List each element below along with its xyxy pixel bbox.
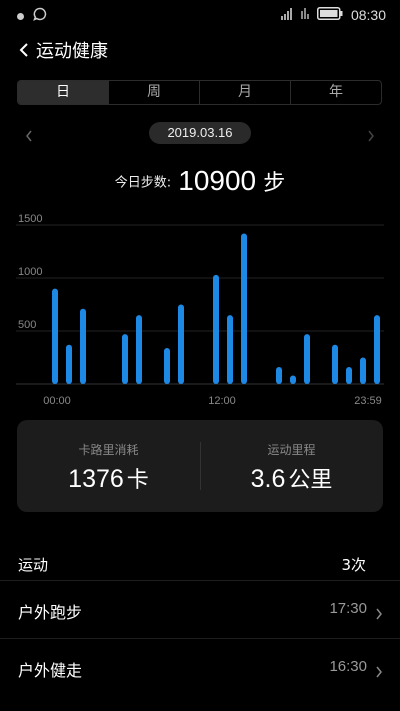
activity-time: 16:30: [329, 658, 367, 675]
distance-value: 3.6: [250, 465, 286, 493]
chevron-left-icon: [19, 43, 28, 57]
chart-bar: [290, 375, 296, 384]
x-tick-label: 00:00: [43, 395, 71, 407]
activities-header: 运动 3次: [0, 550, 400, 580]
steps-unit: 步: [263, 171, 286, 196]
chart-bar: [52, 288, 58, 384]
distance-unit: 公里: [288, 468, 333, 493]
calories-value: 1376: [68, 465, 124, 493]
activities-title: 运动: [18, 556, 49, 574]
chart-bar: [66, 344, 72, 384]
battery-icon: [316, 5, 343, 24]
calories-value-row: 1376 卡: [17, 462, 200, 494]
back-button[interactable]: [18, 42, 30, 58]
chevron-right-icon: [375, 605, 383, 624]
wifi-icon: [301, 5, 309, 24]
y-tick-label: 500: [18, 319, 36, 331]
x-tick-label: 23:59: [354, 395, 382, 407]
steps-summary: 今日步数: 10900 步: [0, 165, 400, 205]
y-tick-label: 1500: [18, 213, 42, 225]
list-item[interactable]: 户外跑步 17:30: [0, 580, 400, 638]
steps-value: 10900: [178, 165, 257, 196]
calories-label: 卡路里消耗: [78, 443, 139, 457]
chart-bar: [80, 308, 86, 384]
chart-bar: [213, 274, 219, 384]
activities-list: 户外跑步 17:30 户外健走 16:30: [0, 580, 400, 696]
activity-name: 户外健走: [18, 661, 83, 680]
date-navigation: 2019.03.16: [0, 122, 400, 146]
chevron-right-icon: [375, 663, 383, 682]
calories-stat: 卡路里消耗 1376 卡: [17, 420, 200, 512]
chart-bar: [122, 334, 128, 384]
steps-label: 今日步数:: [114, 175, 172, 191]
activity-time: 17:30: [329, 600, 367, 617]
activities-count: 3次: [341, 556, 366, 574]
chart-bar: [178, 304, 184, 384]
chart-bar: [346, 367, 352, 384]
tab-day[interactable]: 日: [18, 81, 109, 104]
notification-dot-icon: [16, 6, 25, 25]
date-picker[interactable]: 2019.03.16: [149, 122, 251, 144]
steps-chart: 1500 1000 500 00:00 12:00 23:59: [0, 210, 400, 410]
chart-bar: [360, 357, 366, 384]
period-tabs: 日 周 月 年: [17, 80, 382, 105]
status-time: 08:30: [350, 6, 386, 23]
prev-day-button[interactable]: [25, 127, 33, 146]
header: 运动健康: [0, 28, 400, 72]
calories-unit: 卡: [126, 468, 149, 493]
x-tick-label: 12:00: [208, 395, 236, 407]
tab-month[interactable]: 月: [200, 81, 291, 104]
chart-bar: [136, 315, 142, 384]
activity-name: 户外跑步: [18, 603, 83, 622]
chevron-left-icon: [26, 130, 32, 142]
distance-label: 运动里程: [267, 443, 316, 457]
chevron-right-icon: [368, 130, 374, 142]
tab-week[interactable]: 周: [109, 81, 200, 104]
chart-bar: [332, 344, 338, 384]
status-bar: 08:30: [0, 0, 400, 28]
steps-bar-chart: 1500 1000 500 00:00 12:00 23:59: [16, 213, 384, 407]
chart-bar: [227, 315, 233, 384]
distance-stat: 运动里程 3.6 公里: [200, 420, 383, 512]
next-day-button[interactable]: [367, 127, 375, 146]
page-title: 运动健康: [36, 41, 108, 62]
chart-bar: [241, 233, 247, 384]
chart-bar: [164, 347, 170, 384]
chart-bar: [304, 334, 310, 384]
distance-value-row: 3.6 公里: [200, 462, 383, 494]
list-item[interactable]: 户外健走 16:30: [0, 638, 400, 696]
stats-card: 卡路里消耗 1376 卡 运动里程 3.6 公里: [17, 420, 383, 512]
chat-bubble-icon: [33, 6, 47, 25]
chart-bar: [374, 315, 380, 384]
tab-year[interactable]: 年: [291, 81, 381, 104]
chart-bar: [276, 367, 282, 384]
y-tick-label: 1000: [18, 266, 42, 278]
signal-icon: [280, 5, 293, 24]
